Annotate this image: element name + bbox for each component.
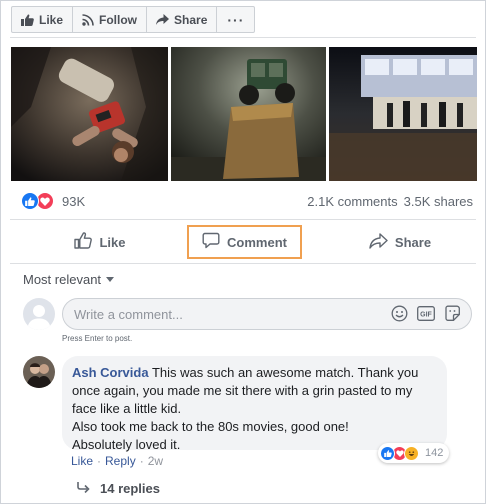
- haha-reaction-icon: [404, 445, 419, 461]
- comment-timestamp[interactable]: 2w: [148, 454, 163, 468]
- comment-like-link[interactable]: Like: [71, 454, 93, 468]
- comment-bubble: Ash Corvida This was such an awesome mat…: [62, 356, 447, 452]
- commenter-avatar[interactable]: [23, 356, 55, 388]
- like-button[interactable]: Like: [40, 225, 160, 259]
- reactions-summary: 93K 2.1K comments 3.5K shares: [21, 191, 473, 211]
- more-dots-icon: ···: [227, 11, 245, 28]
- page-like-label: Like: [39, 12, 64, 27]
- meta-separator: ·: [97, 454, 102, 468]
- svg-text:GIF: GIF: [420, 311, 432, 318]
- page-share-button[interactable]: Share: [147, 7, 218, 32]
- reaction-icons[interactable]: [21, 192, 54, 210]
- follow-button[interactable]: Follow: [73, 7, 148, 32]
- follow-label: Follow: [99, 12, 138, 27]
- page-like-button[interactable]: Like: [12, 7, 74, 32]
- post-action-bar: Like Comment Share: [10, 225, 476, 259]
- sticker-icon[interactable]: [444, 305, 461, 327]
- comment-button[interactable]: Comment: [187, 225, 302, 259]
- replies-label: 14 replies: [100, 481, 160, 496]
- caret-down-icon: [106, 277, 115, 282]
- comment-composer: GIF: [62, 298, 472, 330]
- shares-count[interactable]: 3.5K shares: [404, 194, 473, 209]
- rss-icon: [82, 13, 94, 26]
- meta-separator: ·: [139, 454, 144, 468]
- comment-reactions[interactable]: 142: [378, 443, 450, 463]
- comment-reply-link[interactable]: Reply: [105, 454, 136, 468]
- post-photo-2[interactable]: [171, 47, 326, 181]
- photo-upside-down-player: [11, 47, 168, 181]
- share-outline-icon: [369, 232, 388, 252]
- reply-arrow-icon: [77, 481, 90, 496]
- post-card: Like Follow Share ··· 93K 2.1K comments …: [0, 0, 486, 504]
- composer-icons: GIF: [391, 305, 461, 327]
- comment-body: Ash Corvida This was such an awesome mat…: [72, 364, 437, 418]
- comment-text: Also took me back to the 80s movies, goo…: [72, 419, 349, 434]
- comment-meta: Like · Reply · 2w: [71, 454, 163, 468]
- current-user-avatar: [23, 298, 55, 330]
- divider: [10, 219, 476, 220]
- page-share-label: Share: [174, 12, 208, 27]
- comment-sort-dropdown[interactable]: Most relevant: [23, 272, 115, 287]
- view-replies-link[interactable]: 14 replies: [77, 481, 160, 496]
- press-enter-hint: Press Enter to post.: [62, 334, 133, 343]
- comment-input[interactable]: [74, 305, 374, 323]
- photo-figures-at-night: [329, 47, 477, 181]
- comment-reaction-count: 142: [425, 447, 444, 459]
- emoji-icon[interactable]: [391, 305, 408, 327]
- comments-count[interactable]: 2.1K comments: [307, 194, 397, 209]
- more-options-button[interactable]: ···: [217, 7, 254, 32]
- post-photo-1[interactable]: [11, 47, 168, 181]
- page-toolbar: Like Follow Share ···: [11, 6, 256, 33]
- share-label: Share: [394, 234, 432, 250]
- comment-author[interactable]: Ash Corvida: [72, 365, 149, 380]
- divider: [10, 263, 476, 264]
- photo-tractor-in-fog: [171, 47, 326, 181]
- post-photo-3[interactable]: [329, 47, 477, 181]
- like-reaction-icon: [21, 192, 39, 210]
- gif-icon[interactable]: GIF: [417, 306, 435, 326]
- sort-label: Most relevant: [23, 272, 102, 287]
- divider: [10, 37, 476, 38]
- thumbs-up-outline-icon: [74, 232, 93, 252]
- share-button[interactable]: Share: [340, 225, 460, 259]
- speech-bubble-icon: [202, 232, 220, 252]
- thumbs-up-icon: [21, 13, 34, 26]
- like-label: Like: [99, 234, 126, 250]
- like-reaction-icon: [380, 445, 395, 461]
- share-arrow-icon: [156, 14, 170, 25]
- comment-label: Comment: [227, 234, 287, 250]
- engagement-counts: 2.1K comments 3.5K shares: [307, 194, 473, 209]
- reaction-count[interactable]: 93K: [62, 194, 85, 209]
